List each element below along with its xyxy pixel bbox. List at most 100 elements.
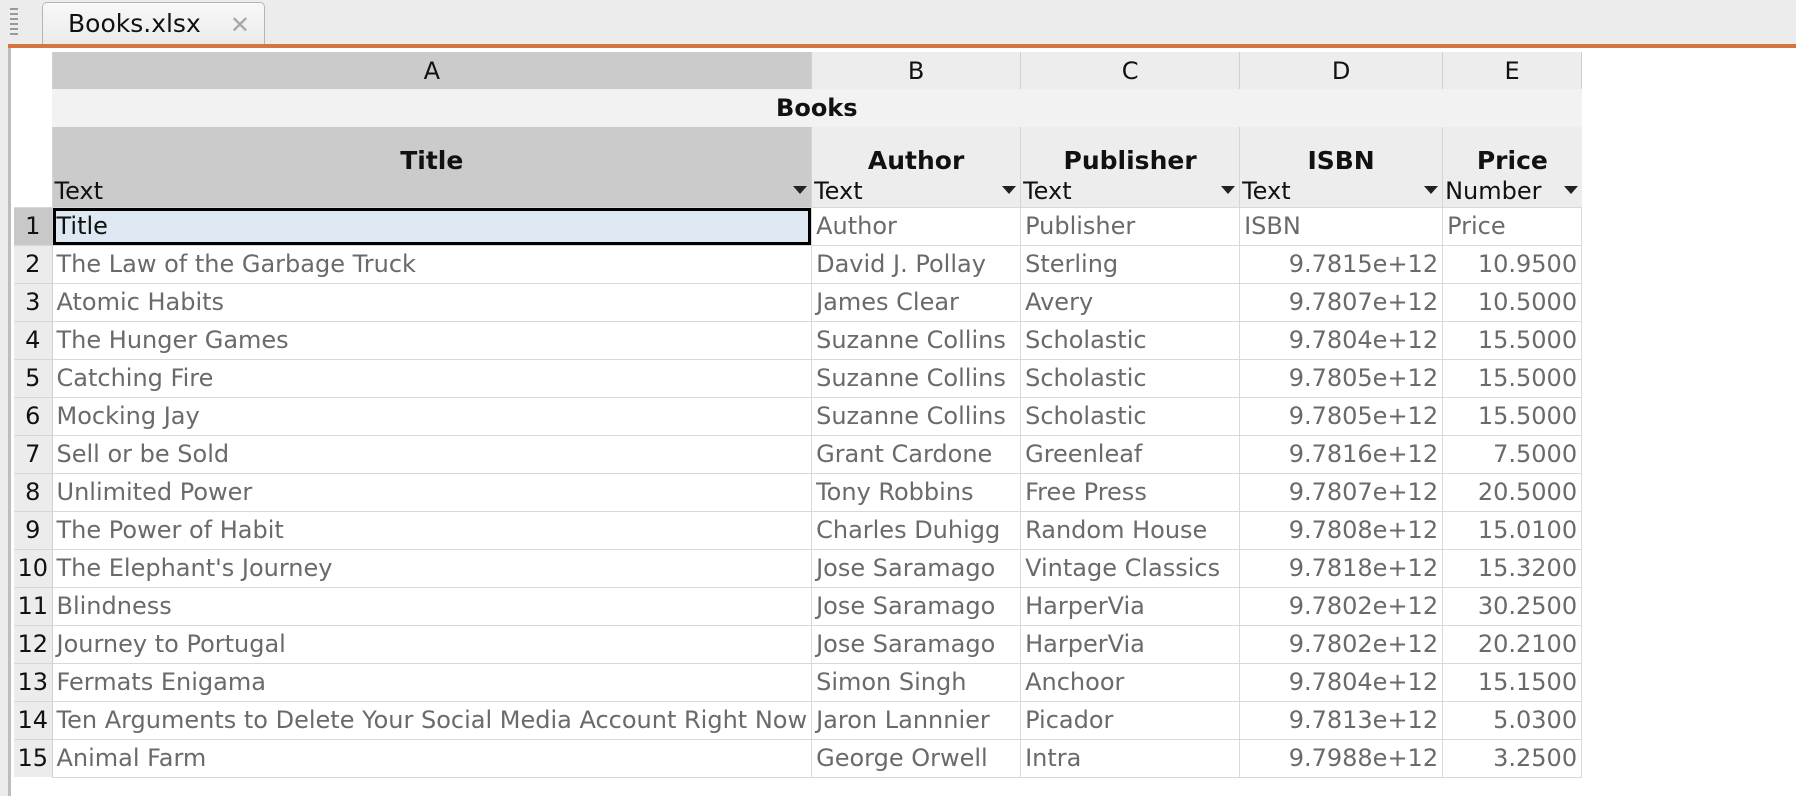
dropdown-arrow-icon[interactable] xyxy=(1002,186,1017,194)
cell-d13[interactable]: 9.7804e+12 xyxy=(1239,662,1444,702)
cell-a9[interactable]: The Power of Habit xyxy=(51,510,813,550)
row-header[interactable]: 7 xyxy=(14,434,53,473)
cell-a5[interactable]: Catching Fire xyxy=(51,358,813,398)
cell-a3[interactable]: Atomic Habits xyxy=(51,282,813,322)
cell-b9[interactable]: Charles Duhigg xyxy=(811,510,1022,550)
cell-c9[interactable]: Random House xyxy=(1020,510,1241,550)
cell-d15[interactable]: 9.7988e+12 xyxy=(1239,738,1444,778)
corner-cell[interactable] xyxy=(14,52,52,89)
field-name-author[interactable]: Author xyxy=(811,127,1021,175)
cell-c5[interactable]: Scholastic xyxy=(1020,358,1241,398)
cell-d2[interactable]: 9.7815e+12 xyxy=(1239,244,1444,284)
cell-c2[interactable]: Sterling xyxy=(1020,244,1241,284)
cell-c4[interactable]: Scholastic xyxy=(1020,320,1241,360)
cell-b11[interactable]: Jose Saramago xyxy=(811,586,1022,626)
cell-a10[interactable]: The Elephant's Journey xyxy=(51,548,813,588)
row-header[interactable]: 2 xyxy=(14,244,53,283)
row-header[interactable]: 3 xyxy=(14,282,53,321)
cell-c3[interactable]: Avery xyxy=(1020,282,1241,322)
cell-a13[interactable]: Fermats Enigama xyxy=(51,662,813,702)
cell-e11[interactable]: 30.2500 xyxy=(1442,586,1583,626)
cell-d4[interactable]: 9.7804e+12 xyxy=(1239,320,1444,360)
cell-a6[interactable]: Mocking Jay xyxy=(51,396,813,436)
row-header[interactable]: 13 xyxy=(14,662,53,701)
cell-d14[interactable]: 9.7813e+12 xyxy=(1239,700,1444,740)
cell-d9[interactable]: 9.7808e+12 xyxy=(1239,510,1444,550)
cell-e7[interactable]: 7.5000 xyxy=(1442,434,1583,474)
cell-e2[interactable]: 10.9500 xyxy=(1442,244,1583,284)
column-header-a[interactable]: A xyxy=(51,52,813,89)
cell-c13[interactable]: Anchoor xyxy=(1020,662,1241,702)
field-type-title[interactable]: Text xyxy=(51,175,812,207)
cell-b14[interactable]: Jaron Lannnier xyxy=(811,700,1022,740)
cell-e6[interactable]: 15.5000 xyxy=(1442,396,1583,436)
cell-b5[interactable]: Suzanne Collins xyxy=(811,358,1022,398)
cell-d7[interactable]: 9.7816e+12 xyxy=(1239,434,1444,474)
row-header[interactable]: 11 xyxy=(14,586,53,625)
cell-e12[interactable]: 20.2100 xyxy=(1442,624,1583,664)
cell-a7[interactable]: Sell or be Sold xyxy=(51,434,813,474)
cell-c11[interactable]: HarperVia xyxy=(1020,586,1241,626)
column-header-b[interactable]: B xyxy=(811,52,1022,89)
dropdown-arrow-icon[interactable] xyxy=(793,186,808,194)
cell-d12[interactable]: 9.7802e+12 xyxy=(1239,624,1444,664)
cell-d6[interactable]: 9.7805e+12 xyxy=(1239,396,1444,436)
column-header-d[interactable]: D xyxy=(1239,52,1444,89)
cell-a1[interactable]: Title xyxy=(51,206,813,246)
cell-b7[interactable]: Grant Cardone xyxy=(811,434,1022,474)
field-name-publisher[interactable]: Publisher xyxy=(1020,127,1240,175)
cell-b10[interactable]: Jose Saramago xyxy=(811,548,1022,588)
field-name-price[interactable]: Price xyxy=(1442,127,1582,175)
field-name-isbn[interactable]: ISBN xyxy=(1239,127,1443,175)
column-header-e[interactable]: E xyxy=(1442,52,1583,89)
cell-b15[interactable]: George Orwell xyxy=(811,738,1022,778)
cell-b1[interactable]: Author xyxy=(811,206,1022,246)
cell-e13[interactable]: 15.1500 xyxy=(1442,662,1583,702)
cell-a14[interactable]: Ten Arguments to Delete Your Social Medi… xyxy=(51,700,813,740)
row-header[interactable]: 15 xyxy=(14,738,53,777)
cell-b2[interactable]: David J. Pollay xyxy=(811,244,1022,284)
cell-b3[interactable]: James Clear xyxy=(811,282,1022,322)
row-header[interactable]: 4 xyxy=(14,320,53,359)
cell-a11[interactable]: Blindness xyxy=(51,586,813,626)
row-header[interactable]: 5 xyxy=(14,358,53,397)
cell-d8[interactable]: 9.7807e+12 xyxy=(1239,472,1444,512)
cell-c7[interactable]: Greenleaf xyxy=(1020,434,1241,474)
row-header[interactable]: 14 xyxy=(14,700,53,739)
dropdown-arrow-icon[interactable] xyxy=(1424,186,1439,194)
cell-b6[interactable]: Suzanne Collins xyxy=(811,396,1022,436)
dropdown-arrow-icon[interactable] xyxy=(1563,186,1578,194)
cell-c8[interactable]: Free Press xyxy=(1020,472,1241,512)
cell-a8[interactable]: Unlimited Power xyxy=(51,472,813,512)
cell-e9[interactable]: 15.0100 xyxy=(1442,510,1583,550)
field-type-publisher[interactable]: Text xyxy=(1020,175,1240,207)
dropdown-arrow-icon[interactable] xyxy=(1221,186,1236,194)
cell-b13[interactable]: Simon Singh xyxy=(811,662,1022,702)
cell-a12[interactable]: Journey to Portugal xyxy=(51,624,813,664)
cell-e3[interactable]: 10.5000 xyxy=(1442,282,1583,322)
field-type-price[interactable]: Number xyxy=(1442,175,1582,207)
cell-e5[interactable]: 15.5000 xyxy=(1442,358,1583,398)
cell-a15[interactable]: Animal Farm xyxy=(51,738,813,778)
field-name-title[interactable]: Title xyxy=(51,127,812,175)
cell-c14[interactable]: Picador xyxy=(1020,700,1241,740)
cell-e14[interactable]: 5.0300 xyxy=(1442,700,1583,740)
row-header[interactable]: 9 xyxy=(14,510,53,549)
column-header-c[interactable]: C xyxy=(1020,52,1241,89)
cell-a2[interactable]: The Law of the Garbage Truck xyxy=(51,244,813,284)
row-header[interactable]: 8 xyxy=(14,472,53,511)
cell-c6[interactable]: Scholastic xyxy=(1020,396,1241,436)
close-icon[interactable]: ✕ xyxy=(230,11,250,39)
cell-c12[interactable]: HarperVia xyxy=(1020,624,1241,664)
cell-d10[interactable]: 9.7818e+12 xyxy=(1239,548,1444,588)
cell-e4[interactable]: 15.5000 xyxy=(1442,320,1583,360)
row-header[interactable]: 10 xyxy=(14,548,53,587)
cell-e1[interactable]: Price xyxy=(1442,206,1583,246)
cell-b4[interactable]: Suzanne Collins xyxy=(811,320,1022,360)
tab-books-xlsx[interactable]: Books.xlsx ✕ xyxy=(42,2,265,44)
cell-d5[interactable]: 9.7805e+12 xyxy=(1239,358,1444,398)
field-type-author[interactable]: Text xyxy=(811,175,1021,207)
cell-e8[interactable]: 20.5000 xyxy=(1442,472,1583,512)
field-type-isbn[interactable]: Text xyxy=(1239,175,1443,207)
cell-d3[interactable]: 9.7807e+12 xyxy=(1239,282,1444,322)
